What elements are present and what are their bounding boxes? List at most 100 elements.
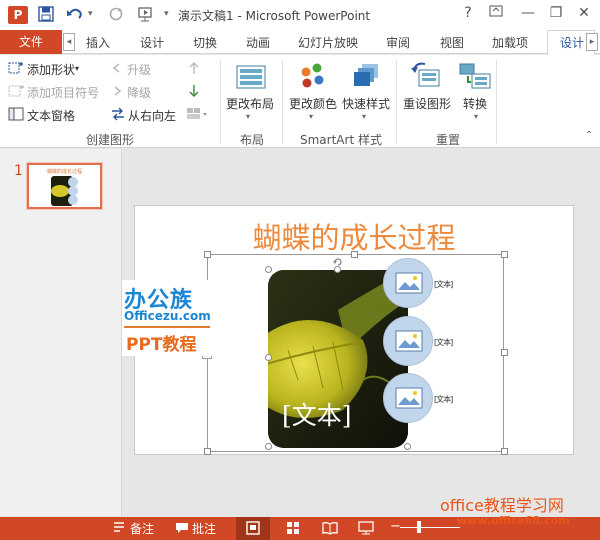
picture-placeholder-circle[interactable] [383,373,433,423]
reset-graphic-icon [410,60,444,95]
quick-styles-icon [350,60,382,95]
restore-button[interactable]: ❐ [546,5,566,21]
notes-button[interactable]: 备注 [130,520,154,537]
promote-icon [110,61,124,78]
rotate-handle-icon[interactable] [332,256,344,271]
slideshow-icon[interactable] [358,521,374,538]
change-layout-button[interactable]: 更改布局 [226,95,274,112]
picture-placeholder-circle[interactable] [383,316,433,366]
slide-thumbnail[interactable]: 蝴蝶的成长过程 [26,162,103,210]
shape-text-placeholder[interactable]: [文本] [282,396,352,432]
picture-resize-handle[interactable] [404,443,411,450]
zoom-slider-track[interactable] [400,527,460,528]
move-up-icon[interactable] [188,61,200,78]
bullet-text-label[interactable]: [文本] [434,337,453,348]
group-label-reset: 重置 [436,133,461,147]
insert-picture-icon[interactable] [395,387,423,409]
minimize-button[interactable]: — [518,5,538,21]
bullet-text-label[interactable]: [文本] [434,394,453,405]
quick-styles-dropdown[interactable]: ▾ [362,112,366,121]
frame-resize-handle[interactable] [204,448,211,455]
comments-icon [175,521,189,538]
change-layout-icon [234,60,268,95]
tab-scroll-left-icon[interactable]: ◂ [63,33,75,51]
right-to-left-icon [110,107,126,124]
notes-icon [112,521,126,538]
collapse-ribbon-icon[interactable]: ⌃ [585,130,593,141]
save-icon[interactable] [38,6,54,26]
change-colors-icon [296,60,328,95]
tab-transitions[interactable]: 切换 [193,34,217,51]
thumbnail-graphic [51,176,78,206]
tab-slideshow[interactable]: 幻灯片放映 [298,34,358,51]
window-title: 演示文稿1 - Microsoft PowerPoint [178,9,371,23]
add-shape-dropdown[interactable]: ▾ [75,64,79,73]
zoom-slider-thumb[interactable] [417,521,421,533]
text-pane-icon [8,107,24,124]
add-bullet-button[interactable]: 添加项目符号 [27,84,99,101]
picture-resize-handle[interactable] [265,266,272,273]
demote-icon [110,84,124,101]
change-colors-button[interactable]: 更改颜色 [289,95,337,112]
start-from-beginning-icon[interactable] [136,6,156,26]
tab-addins[interactable]: 加载项 [492,34,528,51]
watermark-tutorial: PPT教程 [126,335,197,355]
layout-options-icon[interactable] [186,107,210,124]
demote-button[interactable]: 降级 [127,84,151,101]
insert-picture-icon[interactable] [395,272,423,294]
reading-view-icon[interactable] [322,521,338,538]
reset-graphic-button[interactable]: 重设图形 [403,95,451,112]
group-label-layouts: 布局 [240,133,265,147]
tab-view[interactable]: 视图 [440,34,464,51]
undo-dropdown[interactable]: ▾ [88,9,93,19]
undo-icon[interactable] [66,6,84,26]
help-button[interactable]: ? [458,5,478,21]
picture-placeholder-circle[interactable] [383,258,433,308]
picture-resize-handle[interactable] [265,443,272,450]
slide-sorter-icon[interactable] [286,521,300,538]
change-layout-dropdown[interactable]: ▾ [246,112,250,121]
add-bullet-icon [8,84,24,101]
tab-scroll-right-icon[interactable]: ▸ [586,33,598,51]
normal-view-icon[interactable] [246,521,260,538]
change-colors-dropdown[interactable]: ▾ [309,112,313,121]
move-down-icon[interactable] [188,84,200,101]
tab-file[interactable]: 文件 [0,30,62,54]
customize-qat-dropdown[interactable]: ▾ [164,9,169,19]
tab-design[interactable]: 设计 [140,34,164,51]
group-label-create-graphic: 创建图形 [86,133,135,147]
watermark-corner-title: office教程学习网 [440,496,564,515]
close-button[interactable]: ✕ [574,5,594,21]
group-separator [282,60,283,144]
redo-icon[interactable] [108,6,124,26]
frame-resize-handle[interactable] [351,251,358,258]
promote-button[interactable]: 升级 [127,61,151,78]
insert-picture-icon[interactable] [395,330,423,352]
slide-number: 1 [14,163,23,179]
ribbon-display-options-icon[interactable] [486,5,506,21]
text-pane-button[interactable]: 文本窗格 [27,107,75,124]
tab-animations[interactable]: 动画 [246,34,270,51]
right-to-left-button[interactable]: 从右向左 [128,107,176,124]
watermark-corner-url: www.office68.com [457,514,570,527]
picture-resize-handle[interactable] [265,354,272,361]
convert-button[interactable]: 转换 [463,95,487,112]
frame-resize-handle[interactable] [501,349,508,356]
frame-resize-handle[interactable] [501,448,508,455]
bullet-text-label[interactable]: [文本] [434,279,453,290]
quick-styles-button[interactable]: 快速样式 [342,95,390,112]
comments-button[interactable]: 批注 [192,520,216,537]
tab-insert[interactable]: 插入 [86,34,110,51]
group-label-smartart-styles: SmartArt 样式 [300,133,382,147]
watermark-brand-url: Officezu.com [124,309,211,323]
powerpoint-logo-icon: P [8,6,28,24]
group-separator [220,60,221,144]
add-shape-icon [8,61,24,78]
convert-icon [458,60,492,95]
frame-resize-handle[interactable] [501,251,508,258]
frame-resize-handle[interactable] [204,251,211,258]
add-shape-button[interactable]: 添加形状 [27,61,75,78]
convert-dropdown[interactable]: ▾ [474,112,478,121]
watermark-divider [124,326,210,328]
tab-review[interactable]: 审阅 [386,34,410,51]
